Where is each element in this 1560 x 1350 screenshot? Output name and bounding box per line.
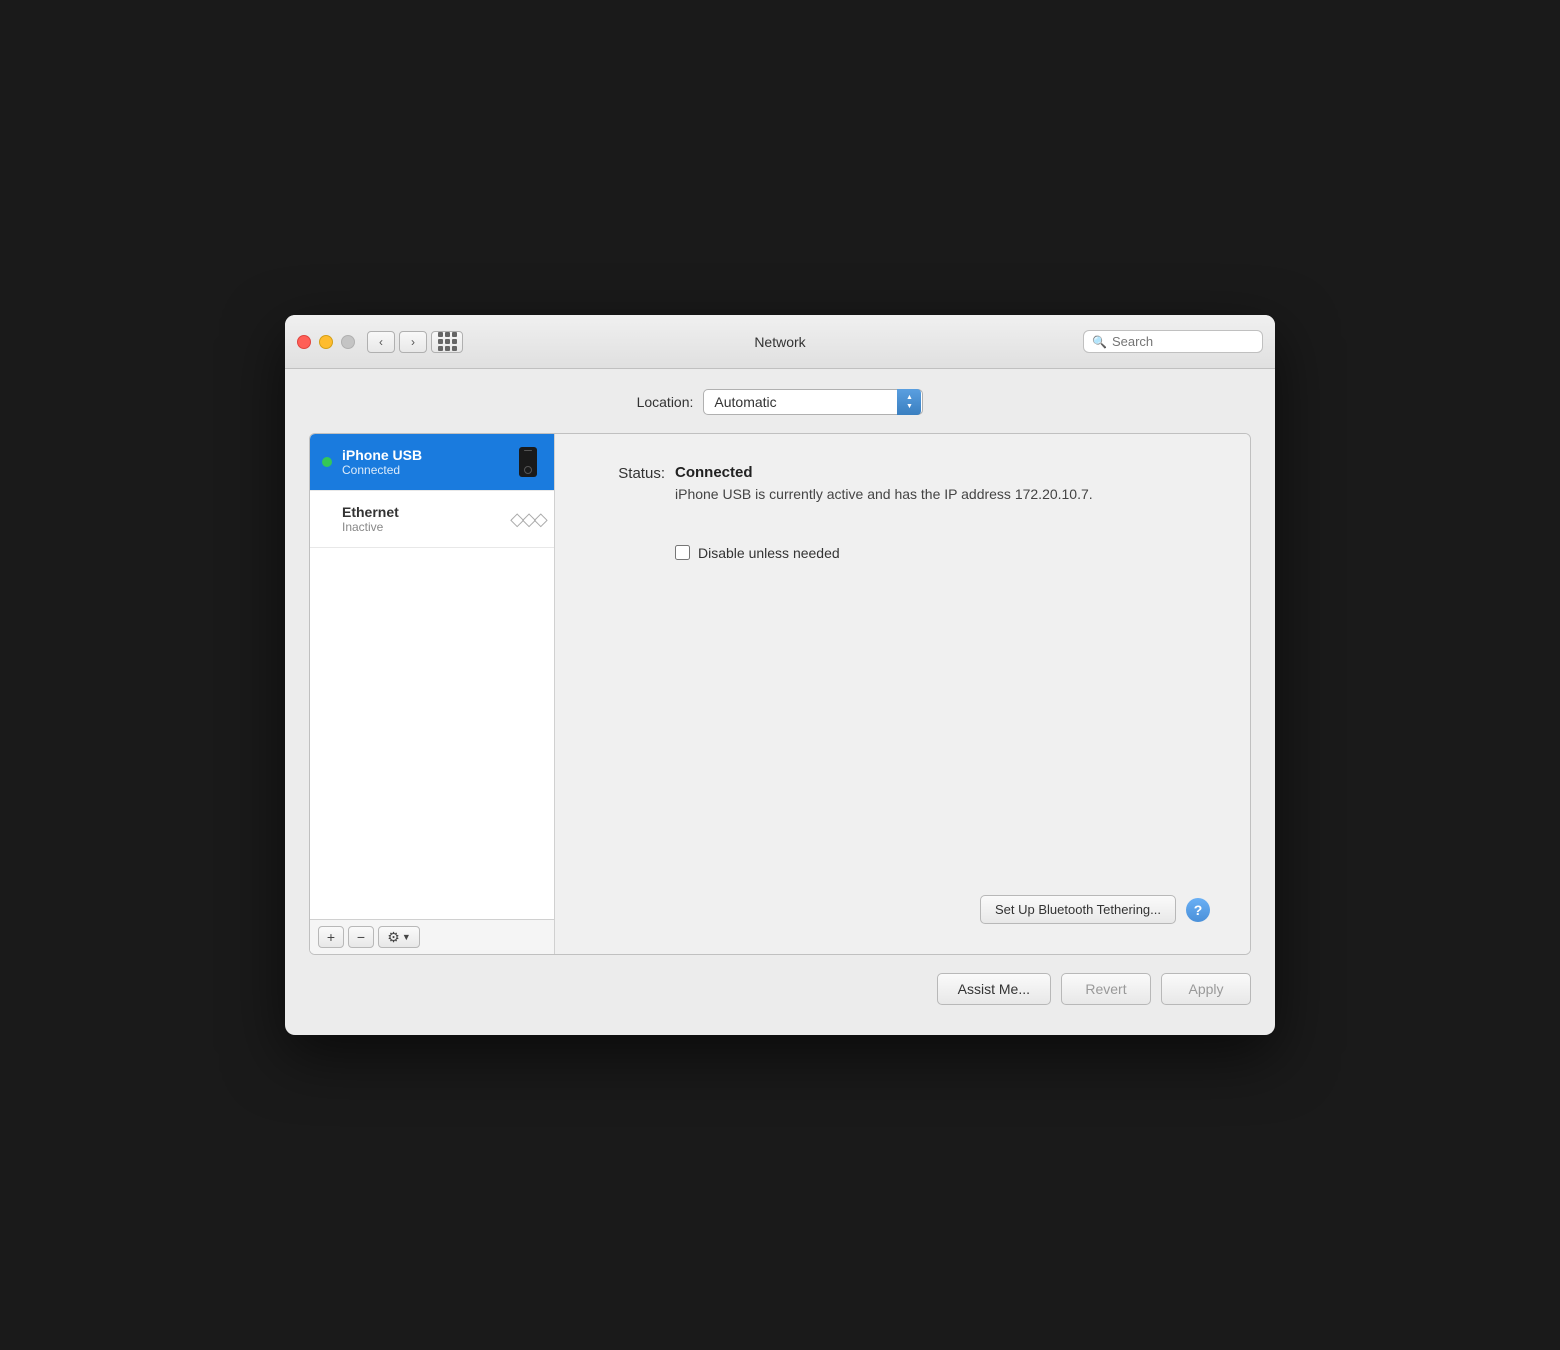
- location-select[interactable]: Automatic: [703, 389, 923, 415]
- add-interface-button[interactable]: +: [318, 926, 344, 948]
- detail-footer: Set Up Bluetooth Tethering... ?: [595, 895, 1210, 924]
- back-icon: ‹: [379, 335, 383, 349]
- gear-icon: ⚙: [387, 929, 400, 946]
- iphone-usb-name: iPhone USB: [342, 447, 504, 463]
- grid-icon: [438, 332, 457, 351]
- search-input[interactable]: [1112, 334, 1254, 349]
- status-dot-gray: [322, 514, 332, 524]
- close-button[interactable]: [297, 335, 311, 349]
- sidebar-item-ethernet[interactable]: Ethernet Inactive ◇◇◇: [310, 491, 554, 548]
- location-row: Location: Automatic: [309, 389, 1251, 415]
- detail-panel: Status: Connected iPhone USB is currentl…: [555, 434, 1250, 954]
- traffic-lights: [297, 335, 355, 349]
- remove-interface-button[interactable]: −: [348, 926, 374, 948]
- grid-button[interactable]: [431, 331, 463, 353]
- iphone-usb-icon: [514, 444, 542, 480]
- plus-icon: +: [327, 929, 335, 945]
- disable-checkbox-row: Disable unless needed: [675, 545, 1210, 561]
- ethernet-status: Inactive: [342, 520, 504, 534]
- sidebar-toolbar: + − ⚙ ▼: [310, 919, 554, 954]
- minus-icon: −: [357, 929, 365, 945]
- ethernet-icon-wrapper: ◇◇◇: [514, 501, 542, 537]
- location-label: Location:: [637, 394, 694, 410]
- gear-menu-button[interactable]: ⚙ ▼: [378, 926, 420, 948]
- forward-icon: ›: [411, 335, 415, 349]
- content-area: Location: Automatic iPhone USB Con: [285, 369, 1275, 1035]
- status-info: Connected iPhone USB is currently active…: [675, 464, 1093, 505]
- maximize-button[interactable]: [341, 335, 355, 349]
- status-description: iPhone USB is currently active and has t…: [675, 485, 1093, 505]
- forward-button[interactable]: ›: [399, 331, 427, 353]
- sidebar-list: iPhone USB Connected Ethernet Inactive: [310, 434, 554, 919]
- status-row: Status: Connected iPhone USB is currentl…: [595, 464, 1210, 505]
- phone-icon: [519, 447, 537, 477]
- iphone-usb-text: iPhone USB Connected: [342, 447, 504, 477]
- back-button[interactable]: ‹: [367, 331, 395, 353]
- window-title: Network: [754, 334, 805, 350]
- iphone-usb-status: Connected: [342, 463, 504, 477]
- ethernet-text: Ethernet Inactive: [342, 504, 504, 534]
- apply-button[interactable]: Apply: [1161, 973, 1251, 1005]
- help-button[interactable]: ?: [1186, 898, 1210, 922]
- search-box[interactable]: 🔍: [1083, 330, 1263, 353]
- sidebar-item-iphone-usb[interactable]: iPhone USB Connected: [310, 434, 554, 491]
- gear-dropdown-icon: ▼: [402, 932, 411, 942]
- disable-unless-needed-checkbox[interactable]: [675, 545, 690, 560]
- titlebar: ‹ › Network 🔍: [285, 315, 1275, 369]
- bluetooth-tethering-button[interactable]: Set Up Bluetooth Tethering...: [980, 895, 1176, 924]
- minimize-button[interactable]: [319, 335, 333, 349]
- nav-buttons: ‹ ›: [367, 331, 427, 353]
- main-panel: iPhone USB Connected Ethernet Inactive: [309, 433, 1251, 955]
- bottom-buttons: Assist Me... Revert Apply: [309, 973, 1251, 1015]
- assist-me-button[interactable]: Assist Me...: [937, 973, 1051, 1005]
- revert-button[interactable]: Revert: [1061, 973, 1151, 1005]
- status-dot-green: [322, 457, 332, 467]
- disable-unless-needed-label: Disable unless needed: [698, 545, 840, 561]
- status-key-label: Status:: [595, 464, 665, 482]
- ethernet-icon: ◇◇◇: [510, 509, 546, 530]
- ethernet-name: Ethernet: [342, 504, 504, 520]
- search-icon: 🔍: [1092, 335, 1107, 349]
- location-select-wrapper: Automatic: [703, 389, 923, 415]
- sidebar: iPhone USB Connected Ethernet Inactive: [310, 434, 555, 954]
- status-connected-value: Connected: [675, 464, 1093, 481]
- main-window: ‹ › Network 🔍 Location: Automatic: [285, 315, 1275, 1035]
